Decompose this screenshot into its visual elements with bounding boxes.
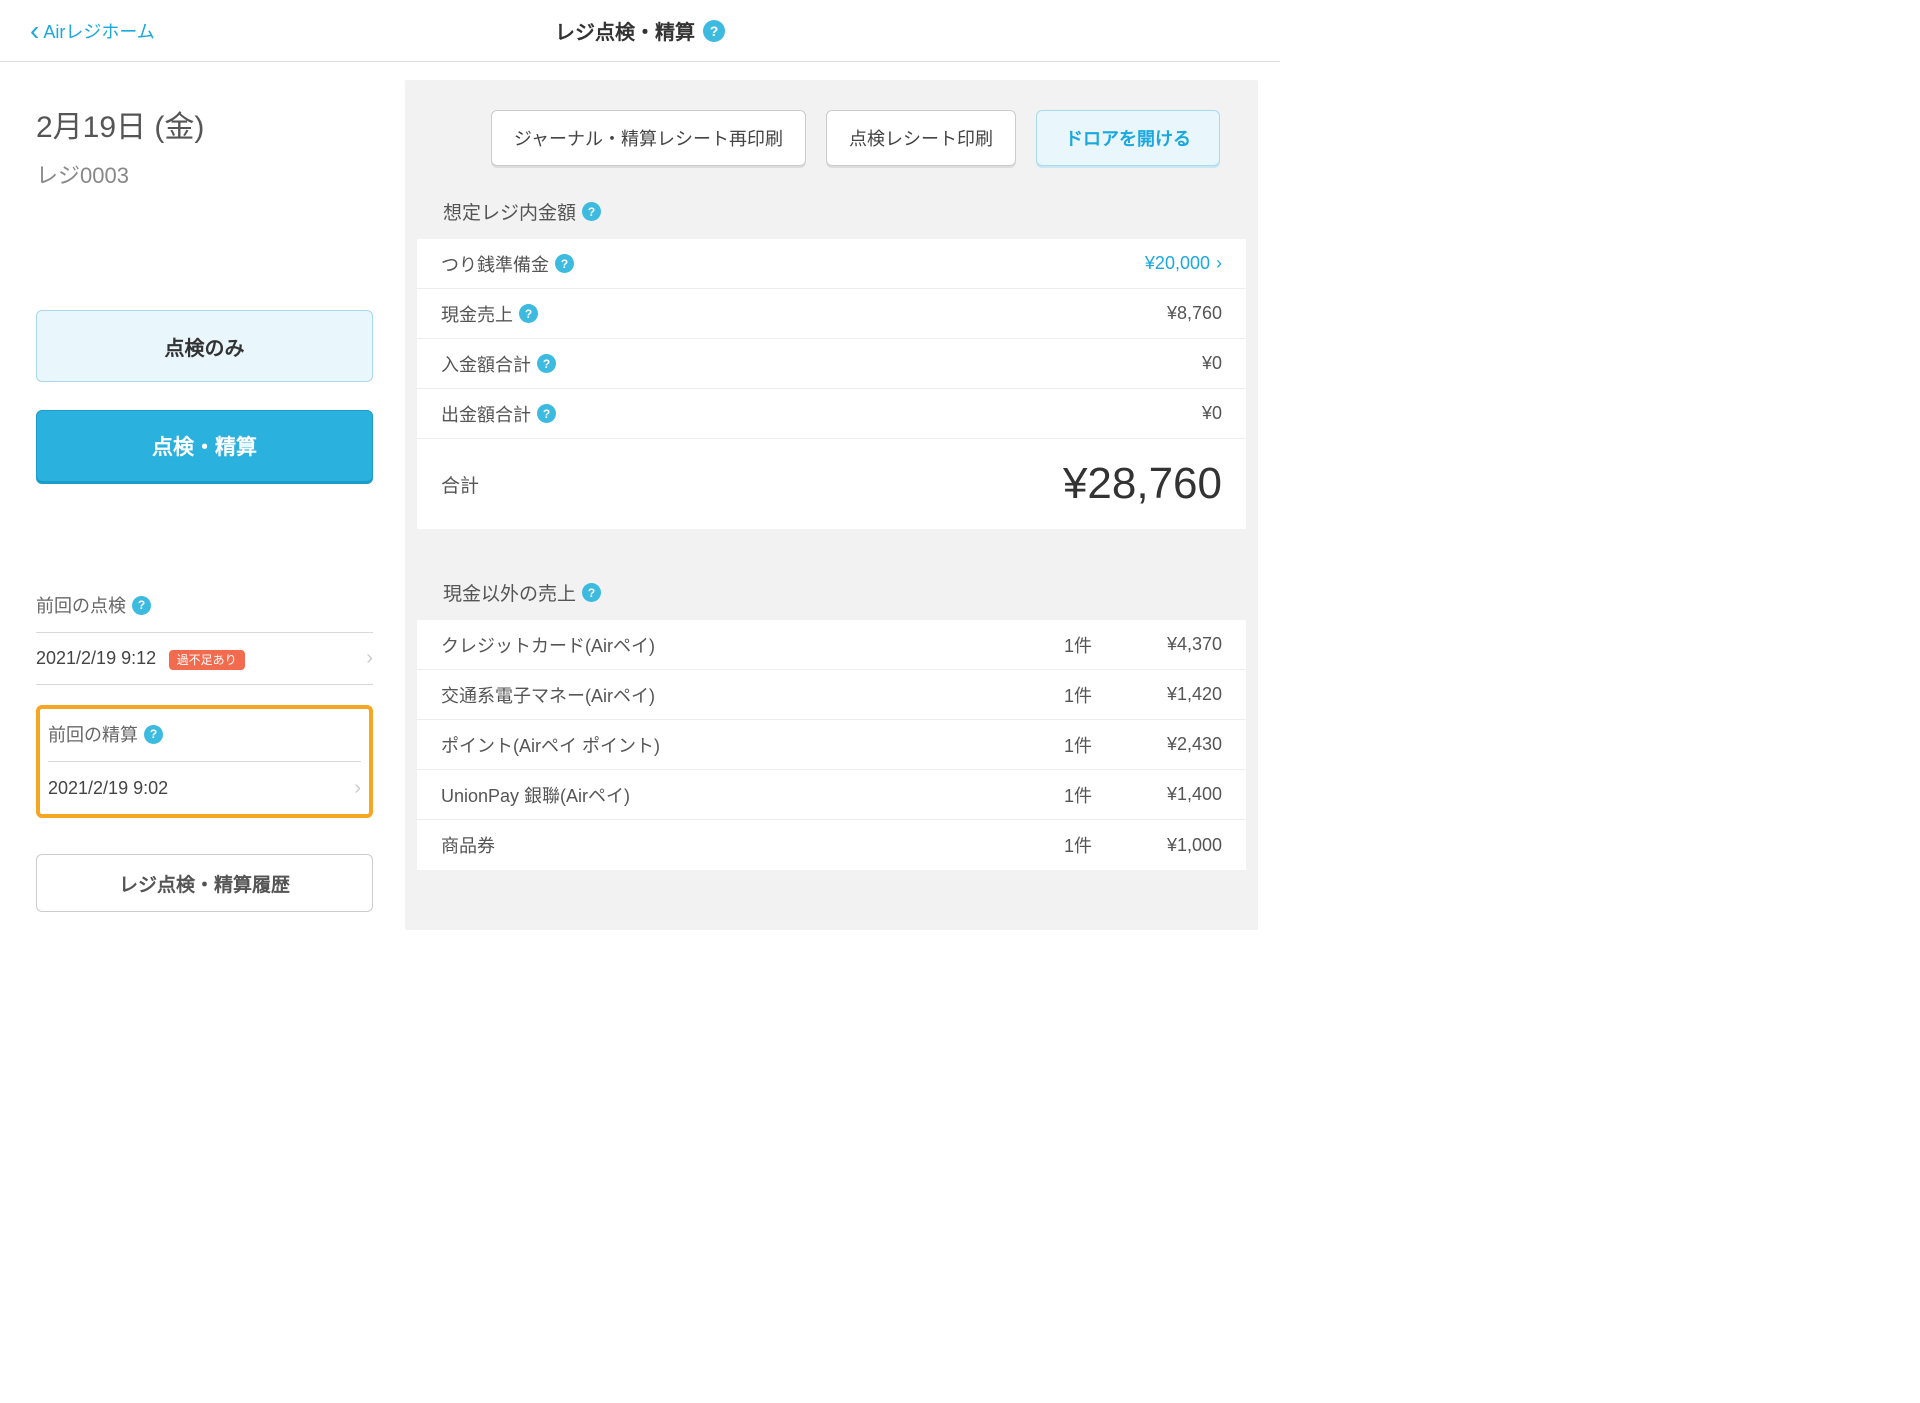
prev-settle-row[interactable]: 2021/2/19 9:02 ›: [48, 762, 361, 814]
noncash-amount: ¥4,370: [1092, 634, 1222, 655]
back-label: Airレジホーム: [43, 18, 154, 44]
help-icon[interactable]: ?: [555, 254, 574, 273]
prev-check-time: 2021/2/19 9:12: [36, 648, 156, 668]
noncash-box: クレジットカード(Airペイ) 1件 ¥4,370 交通系電子マネー(Airペイ…: [417, 620, 1246, 870]
noncash-row: クレジットカード(Airペイ) 1件 ¥4,370: [417, 620, 1246, 670]
date-label: 2月19日 (金): [36, 102, 373, 146]
noncash-name: クレジットカード(Airペイ): [441, 632, 1012, 658]
print-check-button[interactable]: 点検レシート印刷: [826, 110, 1016, 166]
shortage-badge: 過不足あり: [169, 650, 245, 670]
noncash-row: 交通系電子マネー(Airペイ) 1件 ¥1,420: [417, 670, 1246, 720]
expected-cash-title: 想定レジ内金額 ?: [411, 198, 1252, 239]
noncash-title: 現金以外の売上 ?: [411, 579, 1252, 620]
change-fund-label: つり銭準備金: [441, 251, 549, 277]
back-link[interactable]: ‹ Airレジホーム: [0, 15, 155, 47]
expected-cash-title-text: 想定レジ内金額: [443, 198, 576, 225]
open-drawer-button[interactable]: ドロアを開ける: [1036, 110, 1220, 166]
chevron-right-icon: ›: [366, 647, 373, 670]
noncash-name: ポイント(Airペイ ポイント): [441, 732, 1012, 758]
help-icon[interactable]: ?: [582, 583, 601, 602]
help-icon[interactable]: ?: [537, 354, 556, 373]
noncash-amount: ¥2,430: [1092, 734, 1222, 755]
prev-settle-label-text: 前回の精算: [48, 721, 138, 747]
main: ジャーナル・精算レシート再印刷 点検レシート印刷 ドロアを開ける 想定レジ内金額…: [395, 62, 1280, 930]
page-title-text: レジ点検・精算: [555, 16, 695, 45]
total-label: 合計: [441, 471, 479, 498]
register-label: レジ0003: [36, 158, 373, 190]
change-fund-value: ¥20,000: [1145, 253, 1210, 274]
help-icon[interactable]: ?: [703, 20, 725, 42]
help-icon[interactable]: ?: [519, 304, 538, 323]
change-fund-value-link[interactable]: ¥20,000 ›: [1145, 253, 1222, 274]
help-icon[interactable]: ?: [144, 725, 163, 744]
help-icon[interactable]: ?: [537, 404, 556, 423]
noncash-title-text: 現金以外の売上: [443, 579, 576, 606]
noncash-amount: ¥1,420: [1092, 684, 1222, 705]
total-value: ¥28,760: [1063, 459, 1222, 509]
cash-sales-label: 現金売上: [441, 301, 513, 327]
page-title: レジ点検・精算 ?: [555, 16, 725, 45]
help-icon[interactable]: ?: [132, 596, 151, 615]
chevron-right-icon: ›: [354, 777, 361, 800]
prev-settle-label: 前回の精算 ?: [48, 721, 361, 762]
noncash-row: ポイント(Airペイ ポイント) 1件 ¥2,430: [417, 720, 1246, 770]
cash-sales-row: 現金売上 ? ¥8,760: [417, 289, 1246, 339]
deposit-row: 入金額合計 ? ¥0: [417, 339, 1246, 389]
chevron-right-icon: ›: [1216, 253, 1222, 274]
cash-sales-value: ¥8,760: [1167, 303, 1222, 324]
prev-check-label: 前回の点検 ?: [36, 592, 373, 633]
chevron-left-icon: ‹: [30, 15, 39, 47]
noncash-name: 交通系電子マネー(Airペイ): [441, 682, 1012, 708]
noncash-count: 1件: [1012, 832, 1092, 858]
noncash-count: 1件: [1012, 732, 1092, 758]
withdrawal-row: 出金額合計 ? ¥0: [417, 389, 1246, 439]
noncash-amount: ¥1,000: [1092, 835, 1222, 856]
check-settle-button[interactable]: 点検・精算: [36, 410, 373, 482]
expected-cash-box: つり銭準備金 ? ¥20,000 › 現金売上 ? ¥8,76: [417, 239, 1246, 529]
prev-settle-time: 2021/2/19 9:02: [48, 778, 168, 799]
help-icon[interactable]: ?: [582, 202, 601, 221]
sidebar: 2月19日 (金) レジ0003 点検のみ 点検・精算 前回の点検 ? 2021…: [0, 62, 395, 930]
prev-settle-highlight: 前回の精算 ? 2021/2/19 9:02 ›: [36, 705, 373, 818]
reprint-button[interactable]: ジャーナル・精算レシート再印刷: [491, 110, 806, 166]
noncash-count: 1件: [1012, 682, 1092, 708]
history-button[interactable]: レジ点検・精算履歴: [36, 854, 373, 912]
noncash-name: UnionPay 銀聯(Airペイ): [441, 782, 1012, 808]
withdrawal-label: 出金額合計: [441, 401, 531, 427]
noncash-row: UnionPay 銀聯(Airペイ) 1件 ¥1,400: [417, 770, 1246, 820]
deposit-label: 入金額合計: [441, 351, 531, 377]
main-panel: ジャーナル・精算レシート再印刷 点検レシート印刷 ドロアを開ける 想定レジ内金額…: [405, 80, 1258, 930]
total-row: 合計 ¥28,760: [417, 439, 1246, 529]
deposit-value: ¥0: [1202, 353, 1222, 374]
noncash-count: 1件: [1012, 782, 1092, 808]
check-only-button[interactable]: 点検のみ: [36, 310, 373, 382]
change-fund-row: つり銭準備金 ? ¥20,000 ›: [417, 239, 1246, 289]
header: ‹ Airレジホーム レジ点検・精算 ?: [0, 0, 1280, 62]
noncash-name: 商品券: [441, 832, 1012, 858]
noncash-amount: ¥1,400: [1092, 784, 1222, 805]
prev-check-label-text: 前回の点検: [36, 592, 126, 618]
noncash-row: 商品券 1件 ¥1,000: [417, 820, 1246, 870]
noncash-count: 1件: [1012, 632, 1092, 658]
prev-check-row[interactable]: 2021/2/19 9:12 過不足あり ›: [36, 633, 373, 685]
withdrawal-value: ¥0: [1202, 403, 1222, 424]
